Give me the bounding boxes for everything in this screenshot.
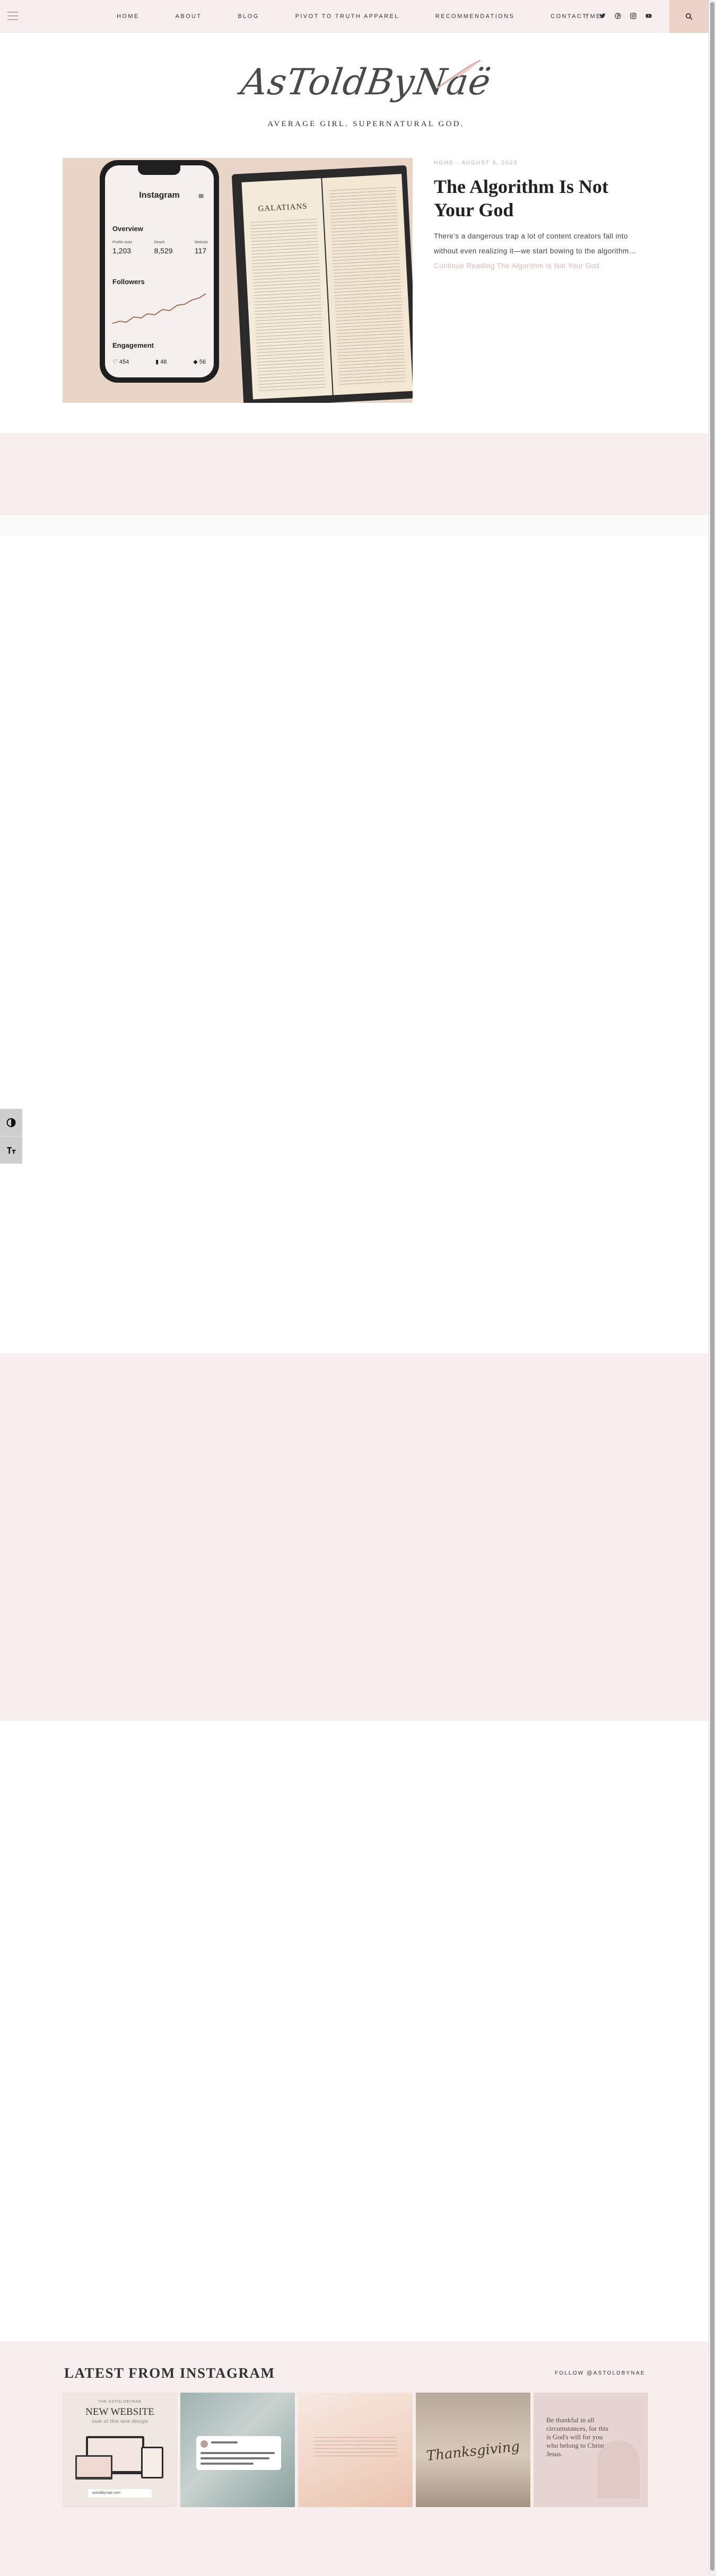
laptop-illustration [75, 2455, 112, 2480]
contrast-toggle-button[interactable] [0, 1109, 22, 1136]
avatar [200, 2440, 208, 2448]
featured-post-image[interactable]: Instagram ≡ Overview Profile visits 1,203… [63, 158, 413, 403]
instagram-icon[interactable] [630, 12, 637, 21]
nav-item-recommendations[interactable]: Recommendations [435, 13, 514, 20]
instagram-follow-link[interactable]: Follow @astoldbynae [555, 2370, 645, 2376]
bookmark-icon: ▮ 48 [155, 359, 167, 365]
social-links: f [583, 0, 652, 33]
tablet-illustration [141, 2447, 163, 2478]
engagement-row: ♡ 454 ▮ 48 ◆ 56 [112, 358, 206, 365]
tile-kicker: THE ASTOLDBYNAE [98, 2400, 142, 2404]
figure-illustration [597, 2440, 640, 2499]
post-meta: Home · August 8, 2023 [434, 160, 518, 166]
tweet-card [196, 2436, 281, 2470]
instagram-post[interactable] [298, 2393, 413, 2507]
quote-text-block [314, 2437, 397, 2459]
page-scrollbar[interactable] [709, 0, 716, 2576]
stat-label: Profile visits [112, 241, 133, 244]
site-tagline: Average Girl. Supernatural God. [267, 120, 465, 128]
search-button[interactable] [669, 0, 709, 33]
stat-label: Website [194, 241, 208, 244]
stat-value: 117 [194, 246, 207, 255]
section-divider [0, 515, 709, 536]
instagram-post[interactable]: Be thankful in all circumstances, for th… [534, 2393, 648, 2507]
phone-illustration: Instagram ≡ Overview Profile visits 1,203… [100, 160, 219, 383]
comment-icon: ◆ 56 [193, 359, 206, 365]
site-logo[interactable]: AsToldByNaë [233, 57, 499, 121]
menu-toggle-icon[interactable] [7, 12, 18, 20]
twitter-icon[interactable] [599, 13, 606, 21]
stat-value: 8,529 [154, 246, 173, 255]
section-band [0, 433, 709, 515]
comments-count: 56 [199, 359, 206, 365]
tile-search-bar: astoldbynae.com [88, 2489, 152, 2498]
accessibility-toolbar [0, 1109, 22, 1164]
bible-book-title: GALATIANS [258, 202, 308, 214]
saves-count: 48 [160, 359, 167, 365]
instagram-post[interactable]: Thanksgiving [416, 2393, 530, 2507]
top-navigation-bar: Home About Blog Pivot To Truth Apparel R… [0, 0, 709, 33]
section-band [0, 1353, 709, 1721]
main-nav: Home About Blog Pivot To Truth Apparel R… [117, 0, 601, 33]
tile-subtitle: look at this new design [92, 2419, 148, 2424]
likes-count: 454 [119, 359, 129, 365]
tile-headline: NEW WEBSITE [85, 2406, 154, 2418]
followers-graph [112, 293, 206, 324]
contrast-icon [6, 1117, 16, 1127]
scrollbar-thumb[interactable] [710, 2, 714, 2571]
tile-script-title: Thanksgiving [425, 2438, 521, 2465]
nav-item-apparel[interactable]: Pivot To Truth Apparel [295, 13, 399, 20]
stat-label: Reach [154, 241, 165, 244]
feather-swoosh-icon [436, 59, 481, 89]
phone-stats: Profile visits 1,203 Reach 8,529 Website 11… [112, 241, 208, 255]
font-size-toggle-button[interactable] [0, 1136, 22, 1164]
phone-followers-label: Followers [112, 278, 145, 286]
phone-app-title: Instagram [139, 191, 180, 200]
instagram-grid: THE ASTOLDBYNAE NEW WEBSITE look at this… [63, 2393, 648, 2507]
bible-illustration: GALATIANS [231, 165, 413, 403]
excerpt-text: There’s a dangerous trap a lot of conten… [434, 232, 636, 255]
instagram-heading: Latest From Instagram [64, 2365, 275, 2381]
instagram-post[interactable] [180, 2393, 295, 2507]
phone-engagement-label: Engagement [112, 341, 154, 349]
read-more-link[interactable]: Continue Reading The Algorithm Is Not Yo… [434, 262, 599, 270]
pinterest-icon[interactable] [614, 12, 622, 21]
post-title[interactable]: The Algorithm Is Not Your God [434, 175, 625, 222]
nav-item-about[interactable]: About [176, 13, 202, 20]
heart-icon: ♡ 454 [112, 359, 129, 365]
post-excerpt: There’s a dangerous trap a lot of conten… [434, 229, 646, 274]
search-icon [685, 13, 693, 20]
phone-overview-label: Overview [112, 225, 143, 233]
instagram-post[interactable]: THE ASTOLDBYNAE NEW WEBSITE look at this… [63, 2393, 177, 2507]
instagram-feed-section: Latest From Instagram Follow @astoldbyna… [0, 2342, 709, 2576]
stat-value: 1,203 [112, 246, 132, 255]
nav-item-blog[interactable]: Blog [238, 13, 259, 20]
nav-item-home[interactable]: Home [117, 13, 139, 20]
hamburger-icon: ≡ [198, 192, 204, 200]
facebook-icon[interactable]: f [583, 13, 591, 20]
text-size-icon [7, 1146, 16, 1154]
youtube-icon[interactable] [645, 13, 652, 21]
